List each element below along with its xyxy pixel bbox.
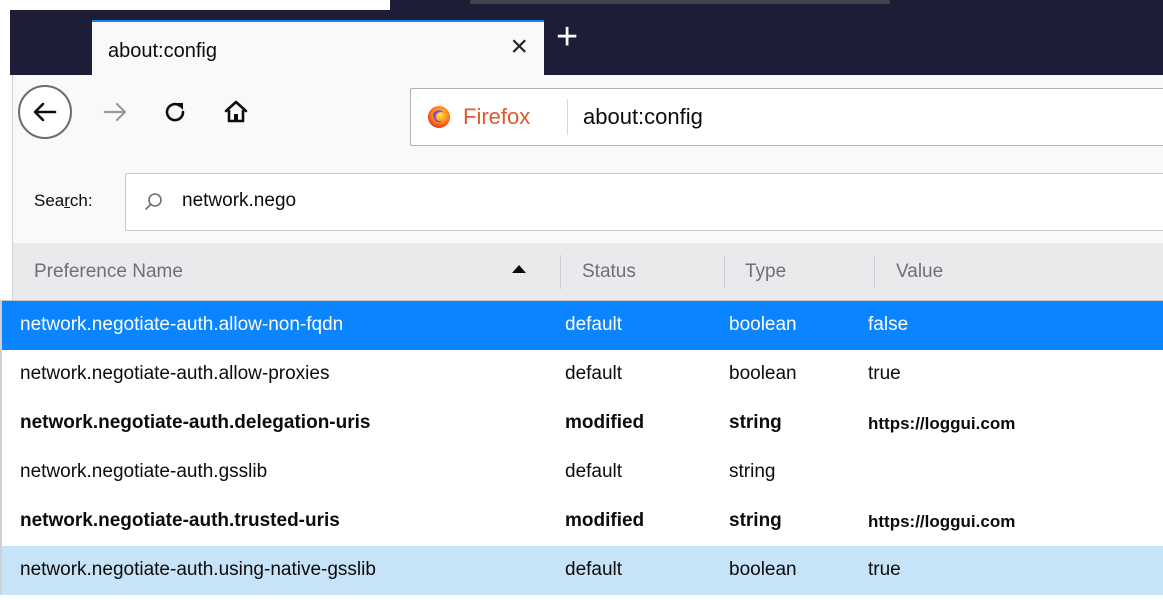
preference-type: string: [729, 461, 776, 482]
identity-label[interactable]: Firefox: [463, 104, 530, 130]
back-arrow-icon: [33, 102, 57, 122]
table-row[interactable]: network.negotiate-auth.delegation-uris m…: [0, 399, 1163, 448]
preference-status: modified: [565, 412, 645, 433]
tab-title: about:config: [108, 40, 217, 62]
preference-status: default: [565, 559, 623, 580]
back-button[interactable]: [18, 85, 72, 139]
column-header-value[interactable]: Value: [896, 261, 943, 283]
search-row: Search: network.nego: [0, 160, 1163, 243]
preference-type: string: [729, 412, 782, 433]
preference-name: network.negotiate-auth.delegation-uris: [20, 412, 371, 433]
preference-value: true: [868, 559, 901, 580]
column-header-status[interactable]: Status: [582, 261, 636, 283]
search-label: Search:: [34, 191, 93, 210]
column-separator[interactable]: [874, 255, 875, 289]
tab-bar: about:config × +: [0, 10, 1163, 77]
preference-type: boolean: [729, 314, 797, 335]
forward-arrow-icon: [103, 102, 127, 122]
preference-name: network.negotiate-auth.allow-non-fqdn: [20, 314, 344, 335]
preference-type: boolean: [729, 363, 797, 384]
preference-status: modified: [565, 510, 645, 531]
close-tab-icon[interactable]: ×: [510, 32, 528, 62]
preference-name: network.negotiate-auth.trusted-uris: [20, 510, 340, 531]
preference-type: boolean: [729, 559, 797, 580]
preference-value: https://loggui.com: [868, 414, 1016, 433]
preference-value: true: [868, 363, 901, 384]
preference-name: network.negotiate-auth.gsslib: [20, 461, 268, 482]
table-row[interactable]: network.negotiate-auth.allow-non-fqdn de…: [0, 301, 1163, 350]
preference-name: network.negotiate-auth.using-native-gssl…: [20, 559, 376, 580]
new-tab-button[interactable]: +: [556, 18, 578, 56]
forward-button[interactable]: [100, 97, 130, 127]
table-row[interactable]: network.negotiate-auth.using-native-gssl…: [0, 546, 1163, 595]
table-row[interactable]: network.negotiate-auth.gsslib default st…: [0, 448, 1163, 497]
preference-status: default: [565, 461, 623, 482]
reload-icon: [165, 102, 185, 122]
navigation-toolbar: Firefox about:config: [0, 75, 1163, 161]
preference-status: default: [565, 314, 623, 335]
firefox-logo-icon: [428, 106, 450, 128]
url-bar[interactable]: Firefox about:config: [410, 88, 1163, 146]
column-header-name[interactable]: Preference Name: [34, 261, 183, 283]
search-icon: [145, 193, 162, 210]
column-separator[interactable]: [560, 255, 561, 289]
window-top-edge: [0, 0, 1163, 10]
preference-status: default: [565, 363, 623, 384]
preference-type: string: [729, 510, 782, 531]
search-input[interactable]: network.nego: [125, 173, 1163, 231]
reload-button[interactable]: [160, 97, 190, 127]
table-row[interactable]: network.negotiate-auth.trusted-uris modi…: [0, 497, 1163, 546]
column-separator[interactable]: [724, 255, 725, 289]
column-headers: Preference Name Status Type Value: [0, 243, 1163, 301]
preferences-table: network.negotiate-auth.allow-non-fqdn de…: [0, 301, 1163, 595]
url-text[interactable]: about:config: [583, 104, 703, 130]
search-value: network.nego: [182, 190, 297, 211]
tab-about-config[interactable]: about:config ×: [92, 20, 544, 77]
preference-name: network.negotiate-auth.allow-proxies: [20, 363, 330, 384]
sort-ascending-icon: [512, 265, 526, 273]
home-button[interactable]: [221, 97, 251, 127]
column-header-type[interactable]: Type: [745, 261, 786, 283]
preference-value: false: [868, 314, 909, 335]
preference-value: https://loggui.com: [868, 512, 1016, 531]
home-icon: [224, 100, 248, 123]
table-row[interactable]: network.negotiate-auth.allow-proxies def…: [0, 350, 1163, 399]
